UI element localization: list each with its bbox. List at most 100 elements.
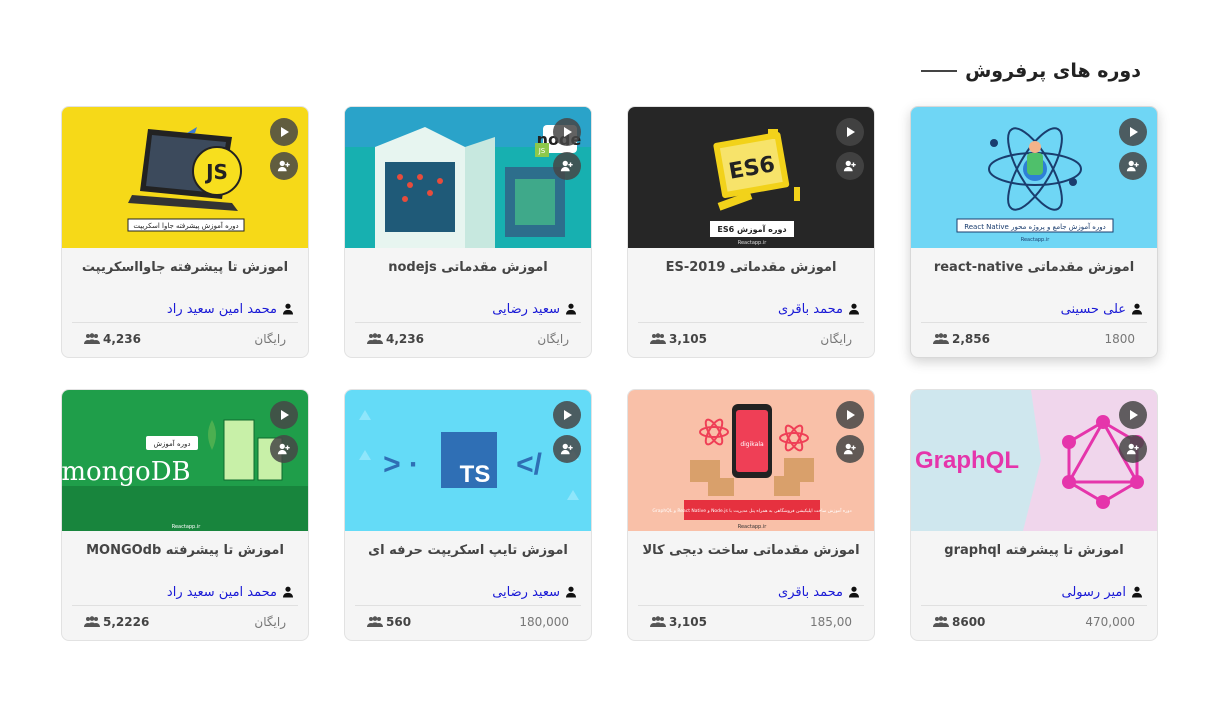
course-thumbnail[interactable]: دوره آموزش mongoDB Reactapp.ir — [62, 390, 308, 531]
enroll-button[interactable] — [836, 152, 864, 180]
code-close-bracket: /> — [516, 448, 543, 481]
play-button[interactable] — [836, 118, 864, 146]
play-icon — [847, 410, 855, 420]
play-button[interactable] — [553, 118, 581, 146]
card-footer: رایگان 3,105 — [650, 329, 852, 349]
course-price: 180,000 — [519, 615, 569, 629]
person-icon — [1132, 303, 1142, 315]
instructor-link[interactable]: محمد امین سعید راد — [76, 583, 294, 601]
course-card[interactable]: digikala دوره آموزش ساخت اپلیکیشن فروشگا… — [627, 389, 875, 641]
course-thumbnail[interactable]: دوره آموزش جامع و پروژه محور React Nativ… — [911, 107, 1157, 248]
divider — [638, 605, 864, 606]
thumb-footer: Reactapp.ir — [738, 240, 767, 246]
add-user-icon — [1126, 160, 1139, 172]
course-title[interactable]: اموزش تایپ اسکریپت حرفه ای — [345, 543, 591, 561]
instructor-link[interactable]: محمد باقری — [642, 300, 860, 318]
instructor-link[interactable]: سعید رضایی — [359, 583, 577, 601]
course-thumbnail[interactable]: GraphQL — [911, 390, 1157, 531]
person-icon — [1132, 586, 1142, 598]
course-price: 470,000 — [1085, 615, 1135, 629]
course-card[interactable]: GraphQL اموزش تا پیشرفته graphql امیر رس… — [910, 389, 1158, 641]
student-count-value: 4,236 — [103, 332, 141, 346]
course-title[interactable]: اموزش تا پیشرفته graphql — [911, 543, 1157, 561]
users-icon — [650, 616, 666, 627]
student-count: 5,2226 — [84, 615, 149, 629]
digikala-brand: digikala — [740, 441, 764, 448]
course-title[interactable]: اموزش مقدماتی ساخت دیجی کالا — [628, 543, 874, 561]
course-title[interactable]: اموزش تا پیشرفته جاوااسکریپت — [62, 260, 308, 278]
enroll-button[interactable] — [553, 435, 581, 463]
play-button[interactable] — [270, 401, 298, 429]
divider — [638, 322, 864, 323]
instructor-link[interactable]: محمد باقری — [642, 583, 860, 601]
users-icon — [367, 616, 383, 627]
add-user-icon — [1126, 443, 1139, 455]
enroll-button[interactable] — [553, 152, 581, 180]
student-count: 2,856 — [933, 332, 990, 346]
play-button[interactable] — [836, 401, 864, 429]
course-card[interactable]: دوره آموزش mongoDB Reactapp.ir اموزش تا … — [61, 389, 309, 641]
course-card[interactable]: node JS اموزش مقدماتی nodejs سعید رضایی … — [344, 106, 592, 358]
card-footer: 185,00 3,105 — [650, 612, 852, 632]
instructor-name: امیر رسولی — [1061, 584, 1127, 600]
card-footer: رایگان 4,236 — [84, 329, 286, 349]
course-title[interactable]: اموزش مقدماتی react-native — [911, 260, 1157, 278]
play-button[interactable] — [270, 118, 298, 146]
enroll-button[interactable] — [270, 435, 298, 463]
play-button[interactable] — [1119, 401, 1147, 429]
enroll-button[interactable] — [1119, 435, 1147, 463]
section-title: دوره های پرفروش — [965, 60, 1141, 82]
play-button[interactable] — [1119, 118, 1147, 146]
student-count-value: 8600 — [952, 615, 986, 629]
course-card[interactable]: دوره آموزش جامع و پروژه محور React Nativ… — [910, 106, 1158, 358]
title-dash — [921, 70, 958, 72]
thumb-banner: دوره آموزش جامع و پروژه محور React Nativ… — [964, 222, 1106, 231]
add-user-icon — [277, 443, 290, 455]
course-card[interactable]: TS · < /> اموزش تایپ اسکریپت حرفه ای سعی… — [344, 389, 592, 641]
course-price: 1800 — [1104, 332, 1135, 346]
code-open-bracket: · < — [383, 448, 419, 481]
course-thumbnail[interactable]: node JS — [345, 107, 591, 248]
enroll-button[interactable] — [836, 435, 864, 463]
users-icon — [933, 616, 949, 627]
course-thumbnail[interactable]: TS · < /> — [345, 390, 591, 531]
student-count-value: 2,856 — [952, 332, 990, 346]
course-price: 185,00 — [810, 615, 852, 629]
course-title[interactable]: اموزش مقدماتی ES-2019 — [628, 260, 874, 278]
course-title[interactable]: اموزش مقدماتی nodejs — [345, 260, 591, 278]
thumb-banner: دوره آموزش ES6 — [717, 224, 786, 235]
course-thumbnail[interactable]: digikala دوره آموزش ساخت اپلیکیشن فروشگا… — [628, 390, 874, 531]
student-count-value: 4,236 — [386, 332, 424, 346]
course-thumbnail[interactable]: JS دوره آموزش پیشرفته جاوا اسکریپت — [62, 107, 308, 248]
course-card[interactable]: JS دوره آموزش پیشرفته جاوا اسکریپت اموزش… — [61, 106, 309, 358]
card-footer: رایگان 4,236 — [367, 329, 569, 349]
play-icon — [564, 127, 572, 137]
person-icon — [566, 586, 576, 598]
play-icon — [564, 410, 572, 420]
instructor-link[interactable]: علی حسینی — [925, 300, 1143, 318]
course-price: رایگان — [254, 615, 286, 629]
student-count: 560 — [367, 615, 411, 629]
course-grid: دوره آموزش جامع و پروژه محور React Nativ… — [61, 106, 1158, 641]
add-user-icon — [843, 160, 856, 172]
instructor-link[interactable]: سعید رضایی — [359, 300, 577, 318]
play-icon — [281, 127, 289, 137]
course-title[interactable]: اموزش تا پیشرفته MONGOdb — [62, 543, 308, 561]
person-icon — [849, 586, 859, 598]
student-count-value: 3,105 — [669, 332, 707, 346]
instructor-link[interactable]: امیر رسولی — [925, 583, 1143, 601]
js-logo-text: JS — [204, 160, 228, 184]
card-footer: رایگان 5,2226 — [84, 612, 286, 632]
users-icon — [650, 333, 666, 344]
instructor-link[interactable]: محمد امین سعید راد — [76, 300, 294, 318]
card-footer: 1800 2,856 — [933, 329, 1135, 349]
add-user-icon — [560, 160, 573, 172]
play-button[interactable] — [553, 401, 581, 429]
course-thumbnail[interactable]: ES6 دوره آموزش ES6 Reactapp.ir — [628, 107, 874, 248]
course-card[interactable]: ES6 دوره آموزش ES6 Reactapp.ir اموزش مقد… — [627, 106, 875, 358]
thumb-banner: دوره آموزش — [153, 439, 190, 448]
student-count: 4,236 — [367, 332, 424, 346]
enroll-button[interactable] — [1119, 152, 1147, 180]
enroll-button[interactable] — [270, 152, 298, 180]
divider — [72, 322, 298, 323]
